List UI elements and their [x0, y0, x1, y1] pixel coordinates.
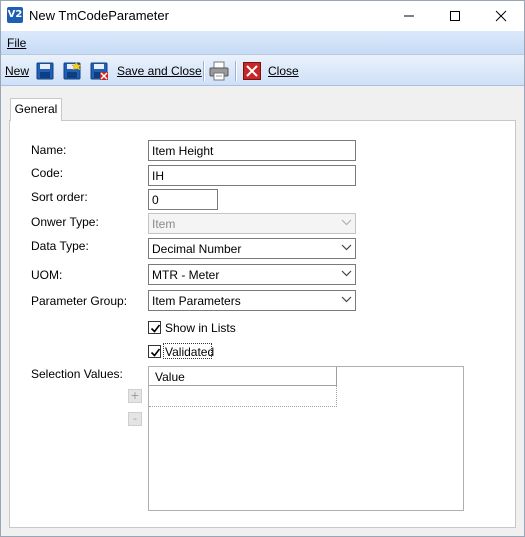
save-delete-icon[interactable]: [90, 62, 108, 80]
name-label: Name:: [31, 143, 67, 157]
data-type-dropdown-button[interactable]: [337, 239, 355, 258]
app-logo-icon: V2: [7, 7, 23, 23]
sort-order-label: Sort order:: [31, 190, 88, 204]
validated-checkbox[interactable]: [148, 345, 161, 358]
toolbar-separator: [235, 61, 236, 81]
toolbar: New Save and Close Close: [1, 56, 524, 86]
name-input[interactable]: Item Height: [148, 140, 356, 161]
parameter-group-select[interactable]: Item Parameters: [148, 290, 356, 311]
chevron-down-icon: [341, 296, 352, 303]
checkmark-icon: [150, 324, 161, 333]
minimize-icon: [404, 15, 414, 17]
parameter-group-dropdown-button[interactable]: [337, 291, 355, 310]
print-icon[interactable]: [209, 61, 229, 81]
owner-type-select[interactable]: Item: [148, 213, 356, 234]
uom-dropdown-button[interactable]: [337, 265, 355, 284]
owner-type-dropdown-button[interactable]: [337, 214, 355, 233]
uom-select[interactable]: MTR - Meter: [148, 264, 356, 285]
title-bar: V2 New TmCodeParameter: [1, 1, 524, 31]
maximize-icon: [450, 11, 460, 21]
chevron-down-icon: [341, 244, 352, 251]
new-button[interactable]: New: [5, 64, 29, 78]
window: V2 New TmCodeParameter File New Save and…: [0, 0, 525, 537]
selection-values-grid[interactable]: Value: [148, 366, 464, 511]
code-label: Code:: [31, 166, 64, 180]
maximize-button[interactable]: [432, 1, 478, 31]
tab-general[interactable]: General: [10, 98, 62, 121]
data-type-select[interactable]: Decimal Number: [148, 238, 356, 259]
menu-file[interactable]: File: [7, 36, 26, 50]
menu-bar: File: [1, 31, 524, 55]
add-value-button[interactable]: +: [128, 389, 142, 403]
remove-value-button[interactable]: -: [128, 412, 142, 426]
save-and-close-button[interactable]: Save and Close: [117, 64, 202, 78]
code-input[interactable]: IH: [148, 165, 356, 186]
parameter-group-label: Parameter Group:: [31, 294, 128, 308]
show-in-lists-checkbox[interactable]: [148, 321, 161, 334]
data-type-value: Decimal Number: [152, 242, 242, 256]
column-header-value[interactable]: Value: [149, 367, 337, 386]
sort-order-input[interactable]: 0: [148, 189, 218, 210]
save-icon[interactable]: [36, 62, 54, 80]
data-type-label: Data Type:: [31, 239, 89, 253]
chevron-down-icon: [341, 270, 352, 277]
close-icon: [495, 10, 507, 22]
validated-label[interactable]: Validated: [165, 345, 214, 359]
toolbar-separator: [203, 61, 204, 81]
close-window-button[interactable]: [478, 1, 524, 31]
uom-label: UOM:: [31, 268, 63, 282]
owner-type-value: Item: [152, 217, 176, 231]
close-button[interactable]: Close: [268, 64, 299, 78]
show-in-lists-label[interactable]: Show in Lists: [165, 321, 236, 335]
minimize-button[interactable]: [386, 1, 432, 31]
window-title: New TmCodeParameter: [29, 8, 169, 23]
checkmark-icon: [150, 348, 161, 357]
table-row[interactable]: [149, 386, 337, 407]
parameter-group-value: Item Parameters: [152, 294, 241, 308]
owner-type-label: Onwer Type:: [31, 215, 99, 229]
chevron-down-icon: [341, 219, 352, 226]
uom-value: MTR - Meter: [152, 268, 220, 282]
close-x-icon[interactable]: [243, 62, 261, 80]
selection-values-label: Selection Values:: [31, 367, 123, 381]
save-new-icon[interactable]: [63, 62, 81, 80]
